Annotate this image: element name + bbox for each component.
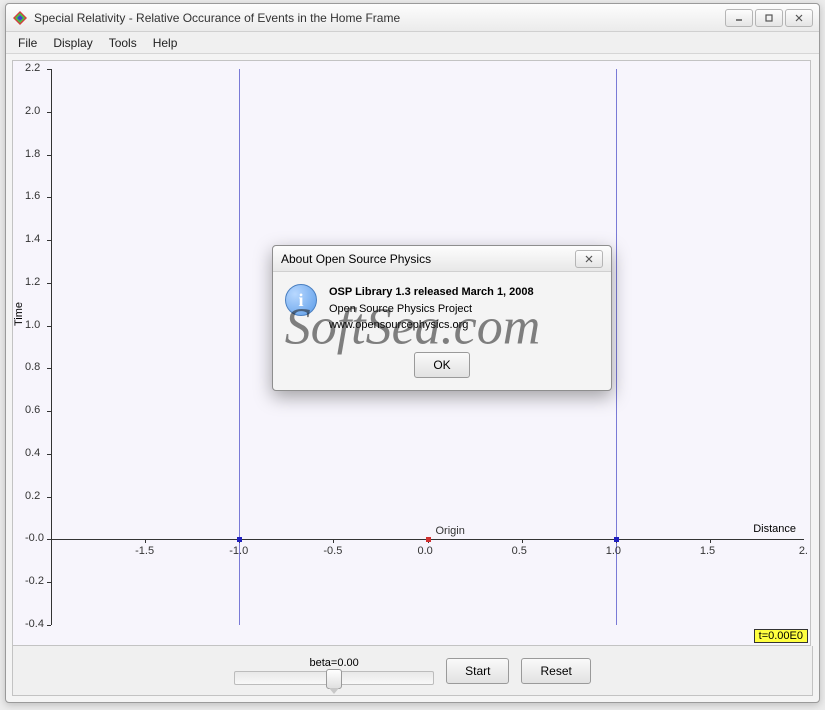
y-tick-label: 1.2 [25, 276, 40, 288]
minimize-button[interactable] [725, 9, 753, 27]
dialog-title-text: About Open Source Physics [281, 252, 575, 266]
close-button[interactable] [785, 9, 813, 27]
reset-button[interactable]: Reset [521, 658, 590, 684]
dialog-line3: www.opensourcephysics.org [329, 317, 534, 334]
y-tick-label: 2.2 [25, 62, 40, 74]
y-tick-label: 0.6 [25, 404, 40, 416]
menu-help[interactable]: Help [145, 34, 186, 52]
y-tick-label: 2.0 [25, 105, 40, 117]
titlebar[interactable]: Special Relativity - Relative Occurance … [6, 4, 819, 32]
menu-tools[interactable]: Tools [101, 34, 145, 52]
dialog-close-button[interactable] [575, 250, 603, 268]
dialog-text: OSP Library 1.3 released March 1, 2008 O… [329, 284, 534, 334]
start-button[interactable]: Start [446, 658, 509, 684]
window-title: Special Relativity - Relative Occurance … [34, 11, 725, 25]
about-dialog: About Open Source Physics i OSP Library … [272, 245, 612, 391]
dialog-titlebar[interactable]: About Open Source Physics [273, 246, 611, 272]
data-point [614, 537, 619, 542]
y-tick-label: 1.0 [25, 319, 40, 331]
y-tick-label: 0.4 [25, 447, 40, 459]
menu-display[interactable]: Display [45, 34, 100, 52]
x-tick-label: 0.0 [418, 545, 433, 557]
window-controls [725, 9, 813, 27]
x-axis-label: Distance [753, 523, 796, 535]
dialog-ok-button[interactable]: OK [414, 352, 469, 378]
y-tick-label: -0.0 [25, 532, 44, 544]
x-tick-label: 0.5 [512, 545, 527, 557]
beta-slider[interactable] [234, 671, 434, 685]
y-tick-label: -0.2 [25, 575, 44, 587]
y-tick-label: 0.8 [25, 361, 40, 373]
x-tick-label: -0.5 [323, 545, 342, 557]
time-badge: t=0.00E0 [754, 629, 808, 643]
x-tick-label: 1.5 [700, 545, 715, 557]
y-tick-label: -0.4 [25, 618, 44, 630]
data-point [237, 537, 242, 542]
x-tick-label: -1.0 [229, 545, 248, 557]
point-label: Origin [436, 525, 465, 537]
menu-file[interactable]: File [10, 34, 45, 52]
y-tick-label: 1.4 [25, 233, 40, 245]
data-point [426, 537, 431, 542]
y-axis-label: Time [13, 302, 25, 326]
x-tick-label: 1.0 [606, 545, 621, 557]
control-panel: beta=0.00 Start Reset [12, 646, 813, 696]
beta-slider-thumb[interactable] [326, 669, 342, 689]
y-tick-label: 1.6 [25, 190, 40, 202]
beta-slider-group: beta=0.00 [234, 657, 434, 685]
menubar: File Display Tools Help [6, 32, 819, 54]
dialog-body: i OSP Library 1.3 released March 1, 2008… [273, 272, 611, 346]
y-tick-label: 1.8 [25, 148, 40, 160]
dialog-line1: OSP Library 1.3 released March 1, 2008 [329, 284, 534, 301]
y-tick-label: 0.2 [25, 490, 40, 502]
x-tick-label: 2. [799, 545, 808, 557]
info-icon: i [285, 284, 317, 316]
dialog-line2: Open Source Physics Project [329, 301, 534, 318]
dialog-footer: OK [273, 346, 611, 390]
beta-label: beta=0.00 [310, 657, 359, 669]
x-tick-label: -1.5 [135, 545, 154, 557]
y-axis [51, 69, 52, 625]
maximize-button[interactable] [755, 9, 783, 27]
app-icon [12, 10, 28, 26]
